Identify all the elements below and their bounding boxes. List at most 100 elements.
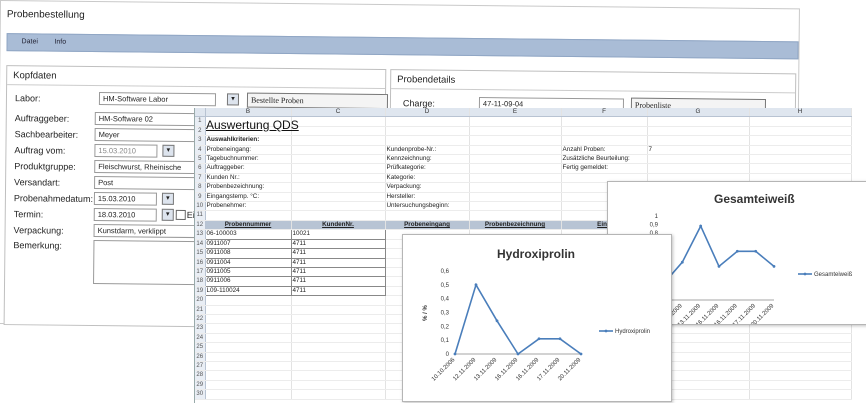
sheet-cell[interactable]	[205, 380, 292, 391]
probenahmedatum-calendar-icon[interactable]: ▼	[161, 192, 174, 205]
sheet-cell[interactable]	[561, 126, 648, 137]
sheet-cell[interactable]	[291, 116, 386, 127]
sheet-cell[interactable]	[385, 135, 470, 146]
menu-datei[interactable]: Datei	[22, 38, 38, 45]
sheet-cell[interactable]	[469, 126, 562, 137]
sheet-cell[interactable]: 4711	[290, 238, 386, 250]
column-header[interactable]: E	[469, 108, 562, 118]
row-header[interactable]: 3	[195, 135, 206, 146]
sheet-cell[interactable]	[205, 342, 292, 353]
sheet-cell[interactable]	[205, 361, 292, 372]
sheet-cell[interactable]	[291, 126, 386, 137]
sheet-cell[interactable]: 7	[647, 145, 750, 156]
sheet-cell[interactable]	[749, 163, 852, 174]
sheet-cell[interactable]	[205, 210, 292, 221]
sheet-cell[interactable]	[385, 116, 470, 127]
sheet-cell[interactable]	[291, 154, 386, 165]
termin-calendar-icon[interactable]: ▼	[161, 208, 174, 221]
sheet-cell[interactable]: 0911005	[204, 266, 292, 278]
sheet-cell[interactable]: Auswahlkriterien:	[205, 135, 292, 146]
sheet-cell[interactable]: 4711	[290, 276, 386, 287]
sheet-cell[interactable]	[647, 154, 750, 165]
labor-select[interactable]: HM-Software Labor	[98, 92, 217, 107]
sheet-cell[interactable]	[749, 361, 852, 372]
sheet-cell[interactable]	[469, 182, 562, 193]
sheet-cell[interactable]	[291, 352, 386, 362]
sheet-cell[interactable]: Auftraggeber:	[205, 163, 292, 174]
row-header[interactable]: 25	[195, 342, 206, 353]
row-header[interactable]: 2	[195, 126, 206, 137]
auftrag-vom-calendar-icon[interactable]: ▼	[162, 144, 175, 157]
sheet-cell[interactable]: 4711	[290, 266, 386, 278]
sheet-cell[interactable]	[469, 192, 562, 203]
column-header[interactable]: B	[205, 108, 292, 118]
sheet-cell[interactable]: 10021	[290, 229, 386, 240]
hydroxiprolin-chart[interactable]: Hydroxiprolin 0 0,1 0,2 0,3 0,4 0,5 0,6 10.10.2…	[402, 234, 672, 402]
sheet-cell[interactable]: Probenehmer:	[205, 201, 292, 212]
row-header[interactable]: 9	[195, 192, 206, 203]
sheet-cell[interactable]: L09-110024	[204, 285, 292, 297]
row-header[interactable]: 28	[195, 370, 206, 381]
probenahmedatum-field[interactable]: 15.03.2010	[93, 191, 157, 206]
row-header[interactable]: 12	[195, 220, 206, 231]
sheet-cell[interactable]	[291, 173, 386, 184]
sheet-cell[interactable]	[385, 126, 470, 137]
sheet-cell[interactable]	[291, 145, 386, 156]
row-header[interactable]: 10	[195, 201, 206, 212]
sheet-cell[interactable]	[469, 154, 562, 165]
sheet-cell[interactable]	[749, 145, 852, 156]
row-header[interactable]: 30	[195, 389, 206, 400]
sheet-cell[interactable]	[749, 333, 852, 344]
sheet-cell[interactable]	[205, 389, 292, 400]
sheet-cell[interactable]	[469, 210, 562, 221]
sheet-cell[interactable]	[749, 154, 852, 165]
sheet-cell[interactable]	[205, 323, 292, 334]
column-header[interactable]: D	[385, 108, 470, 118]
sheet-cell[interactable]	[749, 380, 852, 391]
column-header[interactable]: C	[291, 108, 386, 118]
versandart-field[interactable]: Post	[94, 175, 198, 191]
sheet-cell[interactable]: Kennzeichnung:	[385, 154, 470, 165]
row-header[interactable]: 23	[195, 323, 206, 334]
row-header[interactable]: 29	[195, 380, 206, 391]
row-header[interactable]: 22	[195, 314, 206, 325]
sheet-cell[interactable]	[291, 314, 386, 325]
row-header[interactable]: 1	[195, 116, 206, 127]
sheet-cell[interactable]: 0911004	[204, 257, 292, 268]
sheet-cell[interactable]: Eingangstemp. °C:	[205, 192, 292, 203]
sheet-cell[interactable]: Kundenprobe-Nr.:	[385, 145, 470, 156]
sheet-cell[interactable]	[647, 116, 750, 127]
sheet-cell[interactable]: Fertig gemeldet:	[561, 163, 648, 174]
sheet-cell[interactable]	[291, 295, 386, 306]
row-header[interactable]: 27	[195, 361, 206, 372]
row-header[interactable]: 16	[195, 258, 206, 268]
bestellte-proben-button[interactable]: Bestellte Proben	[246, 92, 389, 110]
termin-field[interactable]: 18.03.2010	[93, 207, 157, 222]
sheet-cell[interactable]	[291, 163, 386, 174]
sheet-cell[interactable]	[749, 323, 852, 334]
sheet-cell[interactable]: Probennummer	[204, 219, 292, 231]
sheet-cell[interactable]	[561, 135, 648, 146]
column-header[interactable]: H	[749, 108, 852, 118]
sheet-cell[interactable]	[205, 370, 292, 381]
sheet-cell[interactable]: Kunden Nr.:	[205, 173, 292, 184]
sheet-cell[interactable]	[205, 352, 292, 362]
sheet-cell[interactable]	[647, 126, 750, 137]
sheet-cell[interactable]	[291, 361, 386, 372]
row-header[interactable]: 24	[195, 333, 206, 344]
row-header[interactable]: 11	[195, 210, 206, 221]
sheet-cell[interactable]: Untersuchungsbeginn:	[385, 201, 470, 212]
sachbearbeiter-field[interactable]: Meyer	[94, 127, 198, 143]
column-header[interactable]: F	[561, 108, 648, 118]
sheet-cell[interactable]: 4711	[290, 257, 386, 268]
sheet-cell[interactable]	[205, 295, 292, 306]
column-header[interactable]: G	[647, 108, 750, 118]
row-header[interactable]: 15	[195, 248, 206, 259]
menu-info[interactable]: Info	[54, 39, 66, 46]
sheet-cell[interactable]	[291, 333, 386, 344]
sheet-cell[interactable]: 06-100003	[204, 229, 292, 240]
sheet-cell[interactable]	[647, 135, 750, 146]
sheet-cell[interactable]	[647, 163, 750, 174]
sheet-cell[interactable]	[749, 342, 852, 353]
sheet-cell[interactable]: Hersteller:	[385, 192, 470, 203]
